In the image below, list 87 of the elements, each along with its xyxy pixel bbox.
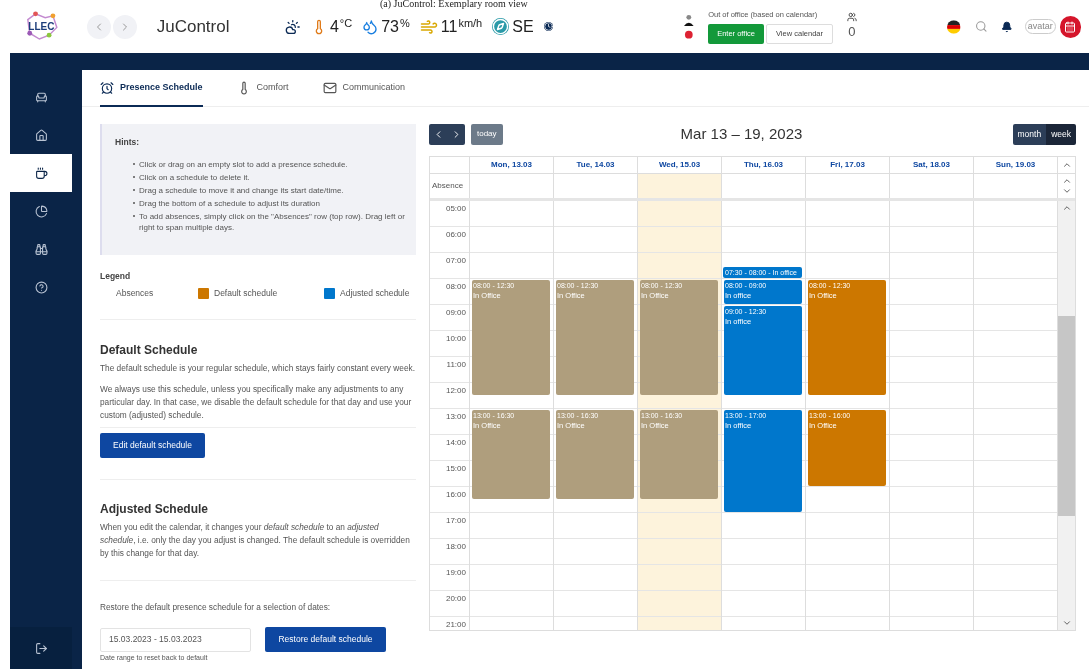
scrollbar-thumb[interactable] — [1058, 315, 1075, 516]
hour-label: 15:00 — [445, 464, 466, 475]
hour-label: 07:00 — [445, 256, 466, 267]
paragraph: When you edit the calendar, it changes your default schedule to an adjusted schedule, i.e. only the day you adjust is changed. The default schedule is overridden by this change for that day. — [100, 520, 411, 560]
search-icon[interactable] — [974, 20, 988, 33]
absence-cell[interactable] — [638, 174, 722, 198]
edit-default-schedule-button[interactable]: Edit default schedule — [100, 432, 205, 458]
hint-text: Drag a schedule to move it and change its start date/time. — [139, 184, 344, 196]
home-icon — [34, 128, 48, 142]
legend-label: Adjusted schedule — [340, 287, 410, 301]
hour-label: 08:00 — [445, 282, 466, 293]
hint-text: Click or drag on an empty slot to add a presence schedule. — [139, 158, 348, 170]
scrollbar[interactable] — [1058, 201, 1075, 630]
hour-label: 12:00 — [445, 386, 466, 397]
day-header: Sun, 19.03 — [974, 157, 1058, 173]
chevron-up-icon — [1061, 203, 1072, 213]
absence-row-label: Absence — [430, 174, 470, 198]
figure-caption: (a) JuControl: Exemplary room view — [380, 0, 528, 9]
restore-default-schedule-button[interactable]: Restore default schedule — [265, 627, 386, 653]
chevron-down-icon[interactable] — [1061, 186, 1072, 196]
german-flag-icon — [947, 19, 961, 34]
section-heading: Adjusted Schedule — [100, 500, 210, 518]
tab[interactable]: Communication — [322, 70, 406, 107]
weather-reading: 73% — [381, 15, 410, 37]
hour-label: 18:00 — [445, 542, 466, 553]
app-title: JuControl — [156, 15, 230, 38]
pie-chart-icon — [34, 204, 48, 218]
armchair-icon — [34, 90, 48, 104]
restore-text: Restore the default presence schedule for a selection of dates: — [100, 600, 332, 614]
hour-label: 05:00 — [445, 204, 466, 215]
date-range-field[interactable]: 15.03.2023 - 15.03.2023 — [100, 627, 251, 652]
forward-button[interactable] — [112, 14, 137, 39]
binoculars-icon — [34, 242, 48, 256]
today-button[interactable]: today — [471, 123, 503, 145]
alarm-clock-icon — [100, 80, 114, 95]
chevron-up-icon[interactable] — [1061, 160, 1072, 170]
day-header: Tue, 14.03 — [554, 157, 638, 173]
back-button[interactable] — [86, 14, 111, 39]
hour-label: 21:00 — [445, 620, 466, 630]
hour-label: 09:00 — [445, 308, 466, 319]
weather-reading: SE — [512, 16, 534, 37]
cloud-sun-icon — [285, 18, 301, 35]
wind-icon — [419, 17, 438, 36]
chevron-up-icon[interactable] — [1061, 176, 1072, 186]
hint-text: Drag the bottom of a schedule to adjust its duration — [139, 197, 320, 209]
chevron-down-icon — [1061, 618, 1072, 628]
hour-label: 06:00 — [445, 230, 466, 241]
person-status-icon — [682, 13, 695, 40]
paragraph: We always use this schedule, unless you specifically make any adjustments to any particular day. In that case, we disable the default schedule for that day and use your custom (adjusted) schedule. — [100, 382, 413, 422]
logout-icon[interactable] — [34, 641, 48, 655]
day-header: Thu, 16.03 — [722, 157, 806, 173]
legend-label: Default schedule — [214, 287, 278, 301]
day-header: Wed, 15.03 — [638, 157, 722, 173]
help-icon — [34, 280, 48, 294]
calendar-title: Mar 13 – 19, 2023 — [680, 123, 803, 144]
legend-title: Legend — [100, 270, 132, 283]
view-toggle[interactable]: week — [1046, 123, 1076, 145]
mail-icon — [322, 80, 337, 95]
people-icon — [847, 11, 857, 22]
coffee-cup-icon — [34, 166, 48, 180]
paragraph: The default schedule is your regular schedule, which stays fairly constant every week. — [100, 361, 416, 375]
bell-icon[interactable] — [1001, 20, 1013, 33]
hour-label: 11:00 — [446, 360, 466, 371]
hour-label: 20:00 — [445, 594, 466, 605]
section-heading: Default Schedule — [100, 341, 199, 359]
view-toggle[interactable]: month — [1012, 123, 1047, 145]
hour-label: 19:00 — [445, 568, 466, 579]
hour-label: 10:00 — [445, 334, 466, 345]
calendar-app-icon[interactable] — [1059, 15, 1081, 38]
hint-text: Click on a schedule to delete it. — [139, 171, 250, 183]
droplets-icon — [362, 17, 379, 36]
people-count: 0 — [848, 22, 856, 41]
hints-title: Hints: — [115, 136, 141, 149]
hour-label: 16:00 — [445, 490, 466, 501]
day-header: Fri, 17.03 — [806, 157, 890, 173]
day-column[interactable] — [890, 201, 974, 630]
hour-label: 17:00 — [445, 516, 466, 527]
clock-icon — [543, 22, 553, 31]
tab[interactable]: Comfort — [236, 70, 289, 107]
day-header: Mon, 13.03 — [470, 157, 554, 173]
legend-label: Absences — [116, 287, 154, 301]
hour-label: 14:00 — [445, 438, 466, 449]
tab[interactable]: Presence Schedule — [100, 70, 203, 107]
hint-text: To add absences, simply click on the "Absences" row (top row). Drag left or right to span multiple days. — [139, 210, 406, 233]
compass-icon — [492, 18, 510, 35]
hour-label: 13:00 — [445, 412, 466, 423]
day-header: Sat, 18.03 — [890, 157, 974, 173]
